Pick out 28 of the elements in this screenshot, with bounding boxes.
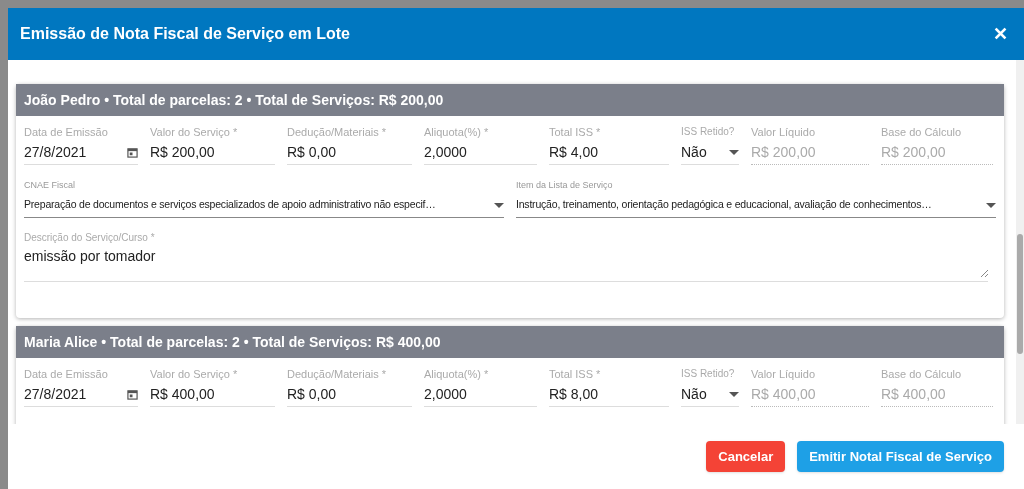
input-field[interactable]: Data de Emissão 27/8/2021 [24, 124, 138, 165]
select-field[interactable]: ISS Retido? Não [681, 366, 739, 407]
cancel-button[interactable]: Cancelar [706, 441, 786, 472]
select-field[interactable]: CNAE Fiscal Preparação de documentos e serviços especializados de apoio administrativo não especif… [24, 177, 504, 218]
textarea-field[interactable]: Descrição do Serviço/Curso * emissão por tomador [24, 230, 988, 282]
caret-icon [729, 149, 739, 155]
input-field[interactable]: Total ISS * R$ 8,00 [549, 366, 669, 407]
input-field[interactable]: Data de Emissão 27/8/2021 [24, 366, 138, 407]
calendar-icon [127, 146, 138, 158]
calendar-icon [127, 388, 138, 400]
input-field[interactable]: Dedução/Materiais * R$ 0,00 [287, 124, 412, 165]
caret-icon [494, 202, 504, 208]
select-field[interactable]: Item da Lista de Serviço Instrução, treinamento, orientação pedagógica e educacional, avaliação de conhecimentos… [516, 177, 996, 218]
input-field[interactable]: Total ISS * R$ 4,00 [549, 124, 669, 165]
caret-icon [729, 391, 739, 397]
input-field[interactable]: Dedução/Materiais * R$ 0,00 [287, 366, 412, 407]
scrollbar[interactable] [1016, 60, 1024, 424]
input-field[interactable]: Valor do Serviço * R$ 200,00 [150, 124, 275, 165]
card-header: Maria Alice • Total de parcelas: 2 • Total de Serviços: R$ 400,00 [16, 326, 1004, 358]
resize-handle-icon[interactable] [980, 269, 988, 277]
input-field[interactable]: Valor do Serviço * R$ 400,00 [150, 366, 275, 407]
close-button[interactable]: ✕ [993, 20, 1008, 48]
input-field[interactable]: Aliquota(%) * 2,0000 [424, 124, 537, 165]
input-field[interactable]: Aliquota(%) * 2,0000 [424, 366, 537, 407]
dialog-title: Emissão de Nota Fiscal de Serviço em Lote [20, 24, 350, 44]
caret-icon [986, 202, 996, 208]
card-header: João Pedro • Total de parcelas: 2 • Total de Serviços: R$ 200,00 [16, 84, 1004, 116]
select-field[interactable]: ISS Retido? Não [681, 124, 739, 165]
